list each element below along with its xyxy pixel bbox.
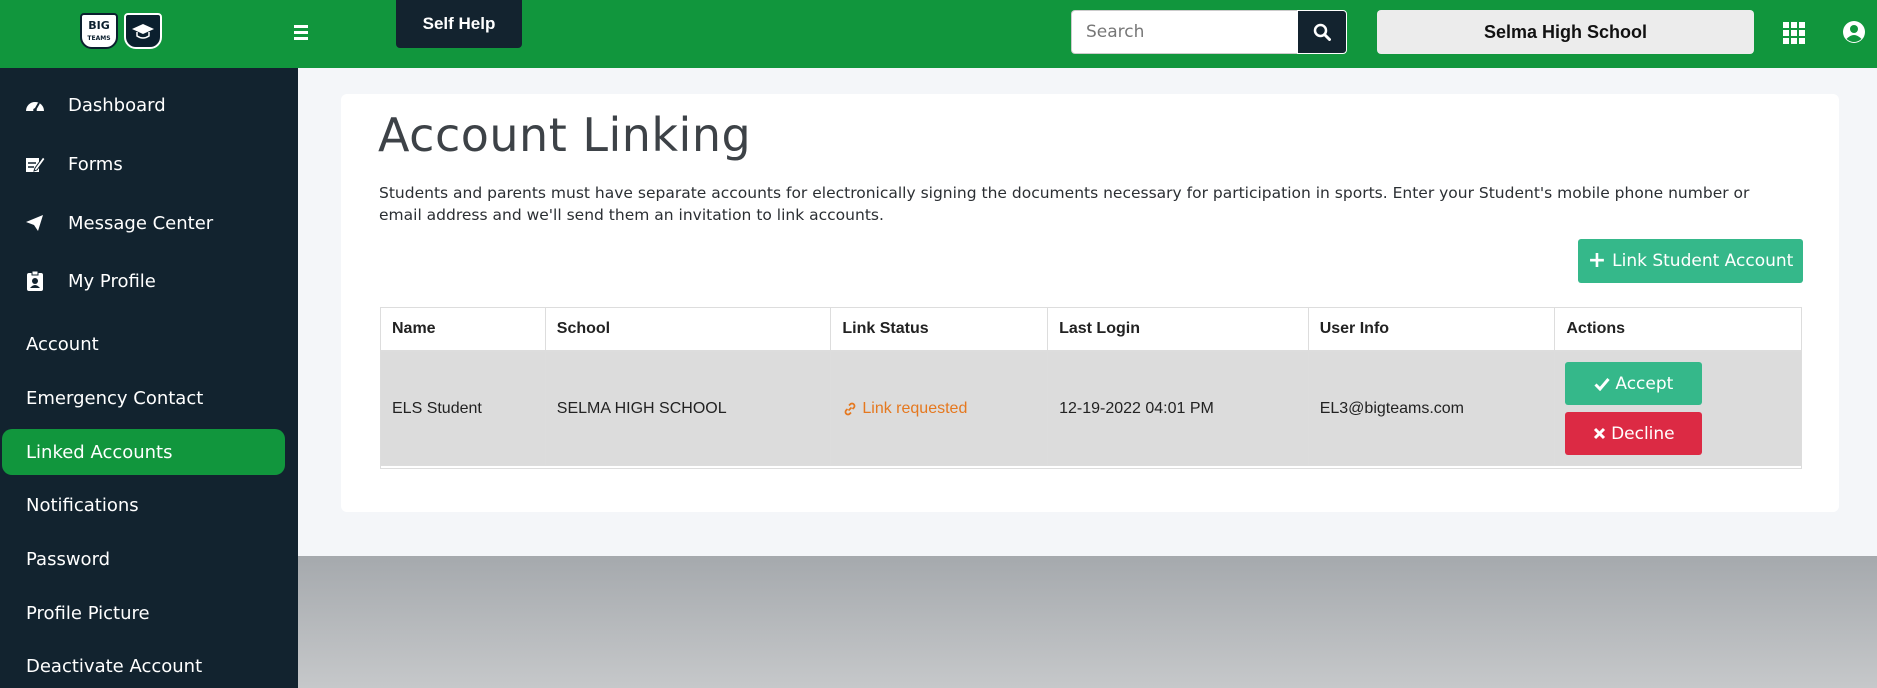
decline-button[interactable]: Decline [1565, 412, 1703, 455]
column-header-actions: Actions [1566, 320, 1626, 337]
check-icon [1594, 377, 1611, 391]
hamburger-menu-icon[interactable] [294, 22, 314, 44]
column-header-last-login: Last Login [1048, 308, 1309, 350]
cell-school: SELMA HIGH SCHOOL [546, 352, 832, 465]
school-selector[interactable]: Selma High School [1377, 10, 1754, 54]
sidebar-item-my-profile[interactable]: My Profile [0, 258, 298, 304]
page-title: Account Linking [378, 108, 752, 162]
sidebar-item-message-center[interactable]: Message Center [0, 200, 298, 246]
top-bar: BIG TEAMS Self Help Selma High School [0, 0, 1877, 68]
paper-plane-icon [24, 212, 46, 234]
bigteams-logo-shield: BIG TEAMS [80, 13, 118, 49]
sidebar-item-label: Dashboard [68, 94, 166, 116]
form-edit-icon [24, 153, 46, 175]
sidebar-item-deactivate-account[interactable]: Deactivate Account [0, 643, 298, 688]
page-description: Students and parents must have separate … [379, 184, 1750, 224]
table-row: ELS Student SELMA HIGH SCHOOL Link reque… [381, 352, 1801, 465]
accept-button[interactable]: Accept [1565, 362, 1703, 405]
logo-text-teams: TEAMS [87, 35, 111, 42]
id-badge-icon [24, 270, 46, 292]
logo-text-big: BIG [88, 19, 110, 32]
cell-link-status: Link requested [831, 352, 1049, 465]
close-icon [1594, 427, 1606, 440]
sidebar-item-label: Forms [68, 153, 123, 175]
link-student-account-label: Link Student Account [1612, 251, 1794, 271]
link-status-badge: Link requested [842, 400, 967, 418]
self-help-button[interactable]: Self Help [396, 0, 522, 48]
table-header: Name School Link Status Last Login User … [381, 308, 1801, 352]
sidebar-item-linked-accounts[interactable]: Linked Accounts [2, 429, 285, 475]
search-button[interactable] [1297, 10, 1347, 54]
table-footer-divider [381, 465, 1801, 468]
decline-label: Decline [1611, 423, 1675, 444]
linked-accounts-table: Name School Link Status Last Login User … [380, 307, 1802, 469]
sidebar-item-forms[interactable]: Forms [0, 141, 298, 187]
link-status-text: Link requested [862, 399, 968, 417]
column-header-user-info: User Info [1309, 308, 1556, 350]
mortarboard-logo-icon [124, 13, 162, 49]
link-student-account-button[interactable]: + Link Student Account [1578, 239, 1803, 283]
app-logo[interactable]: BIG TEAMS [80, 13, 162, 49]
search-bar [1071, 10, 1347, 54]
sidebar-item-password[interactable]: Password [0, 536, 298, 582]
search-icon [1313, 23, 1331, 41]
cell-actions: Accept Decline [1555, 352, 1801, 465]
cell-user-info: EL3@bigteams.com [1309, 352, 1556, 465]
sidebar-item-label: My Profile [68, 270, 156, 292]
sidebar-item-dashboard[interactable]: Dashboard [0, 82, 298, 128]
link-chain-icon [845, 402, 856, 415]
user-account-icon[interactable] [1842, 20, 1866, 44]
plus-icon: + [1587, 248, 1607, 273]
accept-label: Accept [1615, 373, 1674, 394]
sidebar: Dashboard Forms Message Center My Profil… [0, 68, 298, 688]
gauge-icon [24, 94, 46, 116]
column-header-link-status: Link Status [831, 308, 1049, 350]
column-header-name: Name [381, 308, 546, 350]
search-input[interactable] [1071, 10, 1297, 54]
apps-grid-icon[interactable] [1783, 22, 1805, 44]
sidebar-item-profile-picture[interactable]: Profile Picture [0, 590, 298, 636]
sidebar-item-emergency-contact[interactable]: Emergency Contact [0, 375, 298, 421]
cell-last-login: 12-19-2022 04:01 PM [1048, 352, 1309, 465]
column-header-school: School [546, 308, 832, 350]
footer-area [298, 556, 1877, 688]
sidebar-item-label: Message Center [68, 212, 214, 234]
sidebar-item-notifications[interactable]: Notifications [0, 482, 298, 528]
cell-name: ELS Student [381, 352, 546, 465]
sidebar-item-account[interactable]: Account [0, 321, 298, 367]
